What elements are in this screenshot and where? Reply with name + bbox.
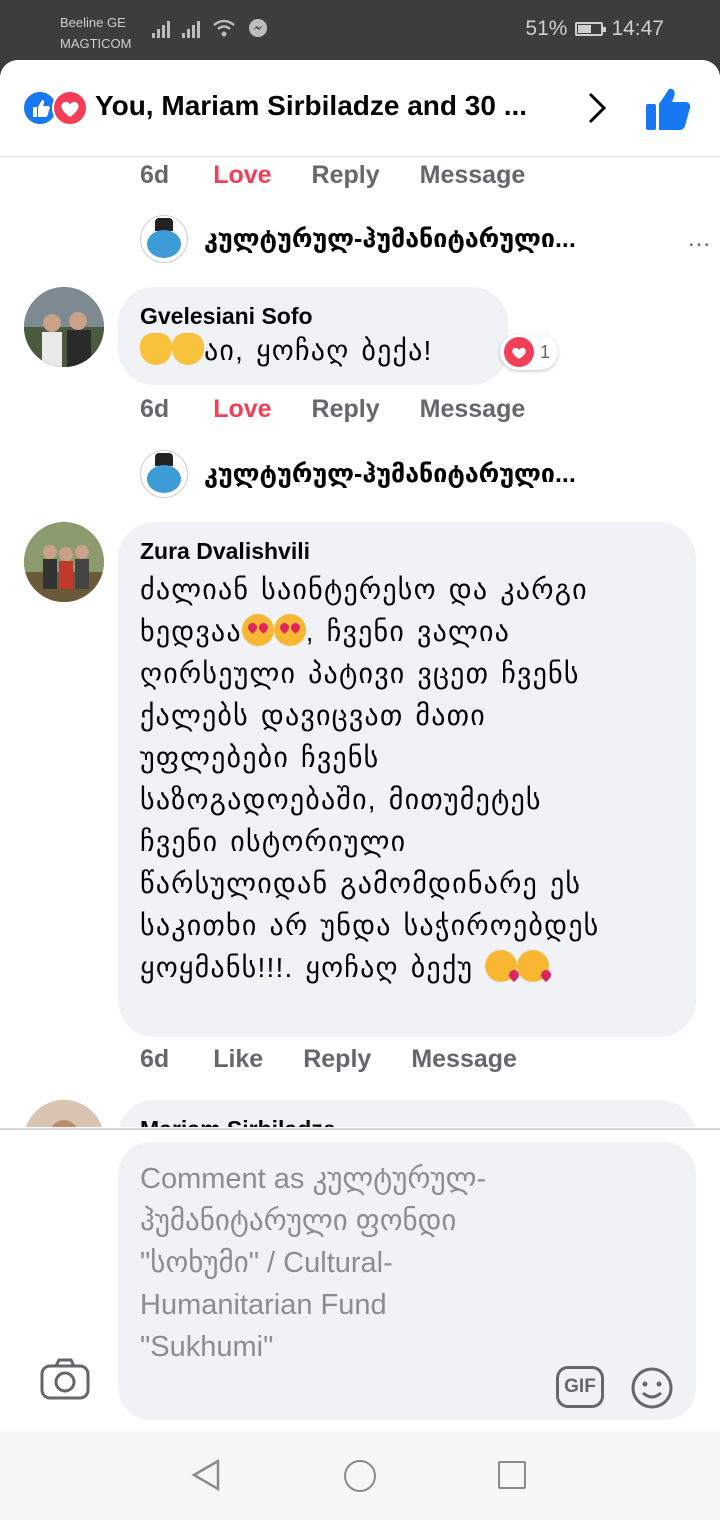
messenger-icon: [249, 19, 267, 37]
heart-eyes-emoji-icon: [273, 614, 306, 646]
comment-line: ღირსეული პატივი ვცეთ ჩვენს: [140, 658, 580, 689]
comment-line: ხედვაა , ჩვენი ვალია: [140, 611, 674, 653]
carrier-2: MAGTICOM: [60, 36, 132, 51]
comment-input[interactable]: Comment as კულტურულ-ჰუმანიტარული ფონდი "…: [118, 1142, 696, 1420]
comment-bubble[interactable]: Mariam Sirbiladze: [118, 1100, 696, 1127]
status-bar: Beeline GE MAGTICOM 51% 14:47: [0, 0, 720, 62]
chevron-right-icon[interactable]: [582, 88, 612, 128]
reactions-header[interactable]: You, Mariam Sirbiladze and 30 ...: [0, 60, 720, 157]
comment-line: ჩვენი ისტორიული: [140, 826, 407, 857]
page-reply-preview[interactable]: კულტურულ-ჰუმანიტარული...: [140, 450, 576, 498]
reply-button[interactable]: Reply: [312, 395, 380, 424]
comment-bubble[interactable]: Gvelesiani Sofo აი, ყოჩაღ ბექა!: [118, 287, 508, 385]
home-icon[interactable]: [344, 1460, 376, 1492]
wifi-icon: [213, 19, 235, 37]
battery-percent: 51%: [525, 17, 568, 40]
comment-actions: 6d Love Reply Message: [140, 161, 525, 190]
comment-line: საზოგადოებაში, მითუმეტეს: [140, 784, 542, 815]
emoji-icon[interactable]: [630, 1366, 674, 1410]
comment-line: ყოყმანს!!!. ყოჩაღ ბექუ: [140, 947, 674, 989]
love-reaction-icon: [52, 90, 88, 126]
comment-line: წარსულიდან გამომდინარე ეს: [140, 868, 582, 899]
message-button[interactable]: Message: [420, 161, 526, 190]
comment-composer: Comment as კულტურულ-ჰუმანიტარული ფონდი "…: [0, 1128, 720, 1432]
comment-line: საკითხი არ უნდა საჭიროებდეს: [140, 910, 600, 941]
carrier-1: Beeline GE: [60, 15, 126, 30]
kiss-emoji-icon: [485, 950, 518, 982]
reaction-icons: [22, 90, 92, 126]
comment-actions: 6d Love Reply Message: [140, 395, 525, 424]
page-avatar: [140, 450, 188, 498]
status-right: 51% 14:47: [525, 17, 664, 41]
more-options-icon[interactable]: ...: [688, 225, 711, 253]
page-reply-preview[interactable]: კულტურულ-ჰუმანიტარული...: [140, 215, 576, 263]
love-button[interactable]: Love: [213, 395, 271, 424]
signal-icon: [182, 20, 200, 38]
page-reply-name: კულტურულ-ჰუმანიტარული...: [204, 225, 576, 253]
comment-reaction-badge[interactable]: 1: [500, 334, 559, 370]
comments-list: 6d Love Reply Message კულტურულ-ჰუმანიტარ…: [0, 157, 720, 1127]
comments-sheet: You, Mariam Sirbiladze and 30 ... 6d Lov…: [0, 60, 720, 1520]
love-button[interactable]: Love: [213, 161, 271, 190]
signal-icons: [152, 18, 268, 38]
love-reaction-icon: [504, 337, 534, 367]
clock: 14:47: [611, 17, 664, 40]
comment-text: ძალიან საინტერესო და კარგი ხედვაა , ჩვენი…: [140, 569, 674, 989]
camera-icon[interactable]: [40, 1358, 90, 1400]
clapping-emoji-icon: [172, 333, 204, 365]
reply-button[interactable]: Reply: [312, 161, 380, 190]
comment-line-part: , ჩვენი ვალია: [305, 616, 511, 647]
page-avatar: [140, 215, 188, 263]
message-button[interactable]: Message: [420, 395, 526, 424]
comment-line: ქალებს დავიცვათ მათი: [140, 700, 486, 731]
comment-line: ძალიან საინტერესო და კარგი: [140, 574, 588, 605]
heart-eyes-emoji-icon: [241, 614, 274, 646]
avatar[interactable]: [24, 287, 104, 367]
avatar[interactable]: [24, 1100, 104, 1127]
comment-actions: 6d Like Reply Message: [140, 1045, 517, 1074]
battery-icon: [575, 22, 607, 36]
recent-apps-icon[interactable]: [498, 1461, 526, 1489]
comment-bubble[interactable]: Zura Dvalishvili ძალიან საინტერესო და კა…: [118, 522, 696, 1037]
comment-time: 6d: [140, 161, 170, 189]
page-reply-name: კულტურულ-ჰუმანიტარული...: [204, 460, 576, 488]
comment-author[interactable]: Zura Dvalishvili: [140, 538, 674, 565]
back-icon[interactable]: [190, 1458, 222, 1492]
message-button[interactable]: Message: [411, 1045, 517, 1074]
system-navigation-bar: [0, 1430, 720, 1520]
avatar[interactable]: [24, 522, 104, 602]
comment-text: აი, ყოჩაღ ბექა!: [140, 330, 486, 372]
reactions-summary[interactable]: You, Mariam Sirbiladze and 30 ...: [95, 90, 527, 122]
comment-line-part: ყოყმანს!!!. ყოჩაღ ბექუ: [140, 952, 474, 983]
kiss-emoji-icon: [517, 950, 550, 982]
gif-button[interactable]: GIF: [556, 1366, 604, 1408]
comment-time: 6d: [140, 1045, 170, 1073]
comment-line: უფლებები ჩვენს: [140, 742, 380, 773]
comment-line-part: ხედვაა: [140, 616, 242, 647]
like-button[interactable]: Like: [213, 1045, 263, 1074]
comment-author[interactable]: Gvelesiani Sofo: [140, 303, 486, 330]
comment-author[interactable]: Mariam Sirbiladze: [140, 1116, 674, 1127]
like-button-icon[interactable]: [644, 86, 692, 132]
comment-body: აი, ყოჩაღ ბექა!: [204, 335, 433, 366]
comment-time: 6d: [140, 395, 170, 423]
reaction-count: 1: [540, 341, 551, 362]
carrier-info: Beeline GE MAGTICOM: [60, 12, 132, 54]
signal-icon: [152, 20, 170, 38]
reply-button[interactable]: Reply: [303, 1045, 371, 1074]
comment-placeholder: Comment as კულტურულ-ჰუმანიტარული ფონდი "…: [140, 1163, 487, 1363]
clapping-emoji-icon: [140, 333, 172, 365]
